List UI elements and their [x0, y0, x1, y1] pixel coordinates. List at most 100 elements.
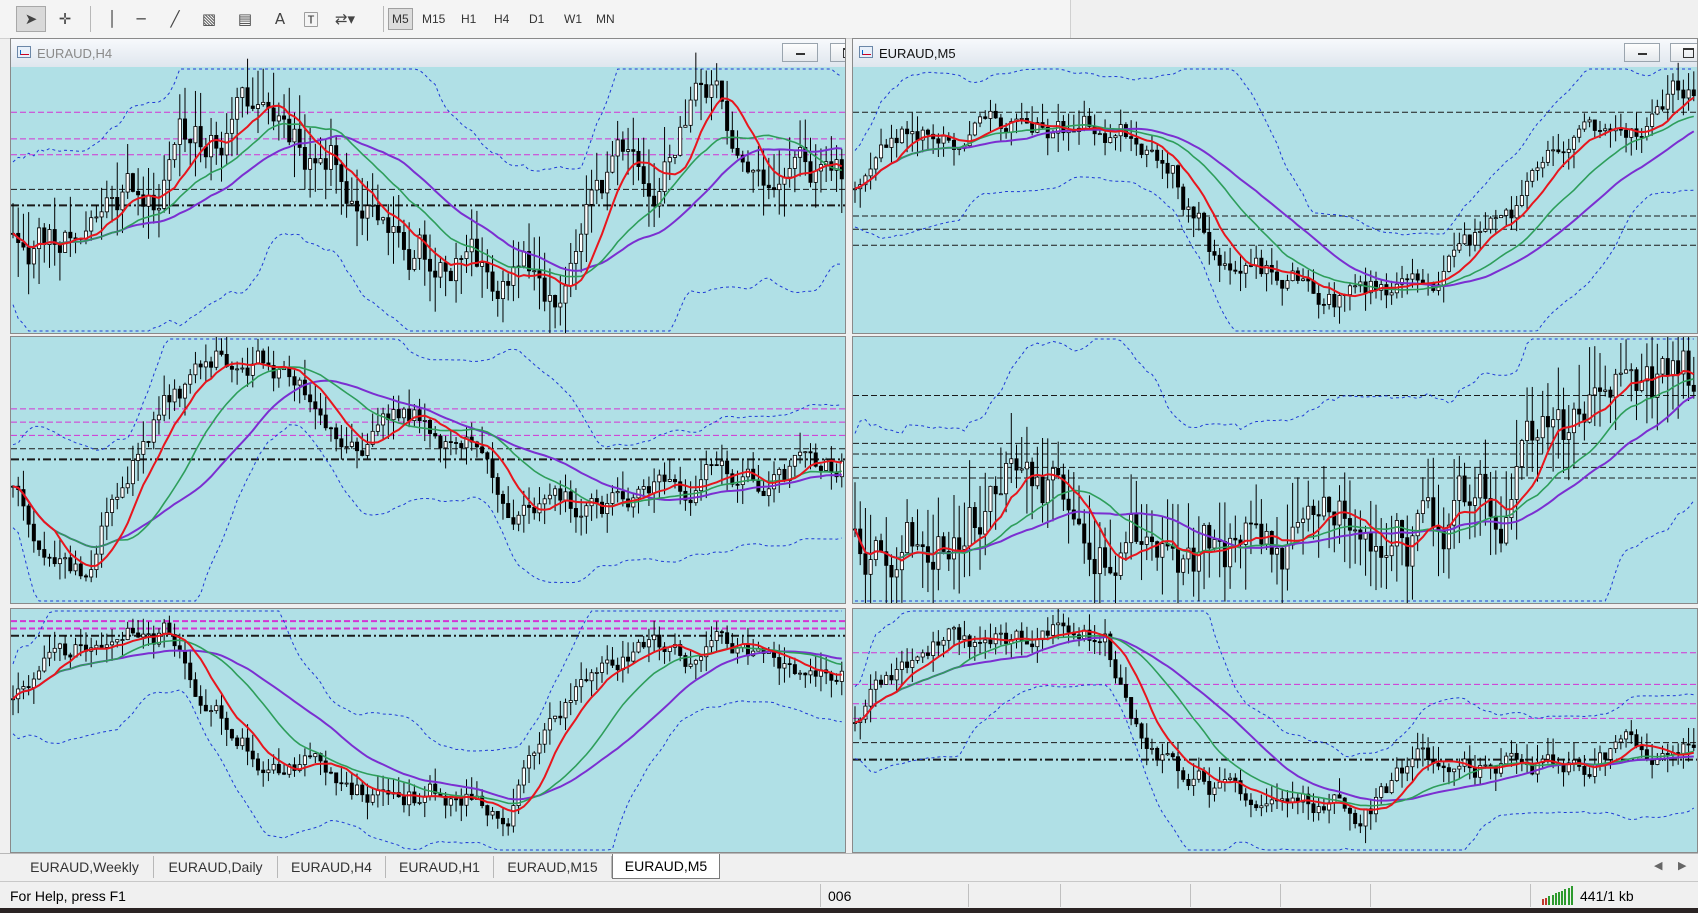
candle-body: [1514, 466, 1519, 500]
candle-body: [68, 654, 73, 658]
candle-body: [1691, 744, 1696, 748]
price-chart[interactable]: [853, 609, 1697, 852]
candle-body: [1217, 781, 1222, 789]
candle-body: [988, 110, 993, 119]
candle-body: [214, 705, 219, 712]
candle-body: [1467, 234, 1472, 246]
tab-euraud-m5[interactable]: EURAUD,M5: [612, 854, 720, 879]
text-icon[interactable]: A: [265, 6, 295, 32]
tab-scroll-right-icon[interactable]: ▶: [1678, 859, 1686, 872]
candle-body: [1077, 518, 1082, 525]
chart-window[interactable]: [852, 336, 1698, 604]
candle-body: [99, 525, 104, 555]
tab-euraud-weekly[interactable]: EURAUD,Weekly: [16, 856, 154, 878]
candle-body: [1311, 505, 1316, 516]
candle-body: [693, 659, 698, 665]
candle-body: [1264, 803, 1269, 807]
chart-window-eurauad-h4[interactable]: EURAUD,H4: [10, 38, 846, 334]
vertical-line-icon[interactable]: │: [97, 6, 127, 32]
tab-euraud-h4[interactable]: EURAUD,H4: [278, 856, 386, 878]
candle-body: [1488, 217, 1493, 230]
chart-window[interactable]: [10, 608, 846, 853]
candle-body: [68, 231, 73, 239]
price-chart[interactable]: [853, 39, 1697, 333]
candle-body: [99, 644, 104, 648]
candle-body: [78, 644, 83, 647]
candle-body: [1113, 572, 1118, 576]
candle-body: [276, 369, 281, 379]
candle-body: [605, 503, 610, 514]
candle-body: [1587, 119, 1592, 123]
candle-body: [915, 544, 920, 547]
candle-body: [355, 784, 360, 796]
candle-body: [1603, 128, 1608, 132]
candle-body: [219, 147, 224, 156]
timeframe-mn-button[interactable]: MN: [593, 8, 618, 30]
candle-body: [1035, 639, 1040, 648]
candle-body: [1280, 798, 1285, 801]
price-chart[interactable]: [11, 39, 845, 333]
candle-body: [261, 350, 266, 364]
timeframe-m15-button[interactable]: M15: [419, 8, 448, 30]
candle-body: [1030, 461, 1035, 487]
tab-euraud-h1[interactable]: EURAUD,H1: [386, 856, 494, 878]
crosshair-icon[interactable]: ✛: [50, 6, 80, 32]
candle-body: [1280, 548, 1285, 570]
candle-body: [1030, 643, 1035, 648]
candle-body: [782, 663, 787, 669]
fibonacci-icon[interactable]: ▤: [230, 6, 260, 32]
candle-body: [188, 374, 193, 385]
candle-body: [709, 640, 714, 648]
candle-body: [818, 465, 823, 471]
candle-body: [1571, 136, 1576, 150]
timeframe-d1-button[interactable]: D1: [526, 8, 547, 30]
candle-body: [714, 464, 719, 467]
timeframe-h4-button[interactable]: H4: [491, 8, 512, 30]
candle-body: [485, 805, 490, 816]
candle-body: [1483, 764, 1488, 767]
chart-window-eurauad-m5[interactable]: EURAUD,M5: [852, 38, 1698, 334]
candle-body: [873, 157, 878, 170]
horizontal-line-icon[interactable]: ─: [126, 6, 156, 32]
candle-body: [610, 659, 615, 666]
candle-body: [1108, 566, 1113, 574]
tab-scroll-left-icon[interactable]: ◀: [1654, 859, 1662, 872]
cursor-icon[interactable]: ➤: [16, 6, 46, 32]
candle-body: [714, 631, 719, 641]
candle-body: [1452, 768, 1457, 773]
candle-body: [427, 419, 432, 434]
text-label-icon[interactable]: 🅃: [296, 6, 326, 32]
candle-body: [547, 494, 552, 500]
candle-body: [469, 238, 474, 253]
chart-window[interactable]: [852, 608, 1698, 853]
candle-body: [1545, 149, 1550, 163]
tab-euraud-m15[interactable]: EURAUD,M15: [494, 856, 612, 878]
timeframe-m5-button[interactable]: M5: [388, 8, 413, 30]
chart-window[interactable]: [10, 336, 846, 604]
price-chart[interactable]: [853, 337, 1697, 603]
arrows-dropdown-icon[interactable]: ⇄▾: [330, 6, 360, 32]
candle-body: [1405, 278, 1410, 281]
trendline-icon[interactable]: ╱: [160, 6, 190, 32]
equidistant-channel-icon[interactable]: ▧: [194, 6, 224, 32]
price-chart[interactable]: [11, 609, 845, 852]
timeframe-h1-button[interactable]: H1: [458, 8, 479, 30]
tab-euraud-daily[interactable]: EURAUD,Daily: [154, 856, 278, 878]
price-chart[interactable]: [11, 337, 845, 603]
candle-body: [1321, 303, 1326, 306]
candle-body: [365, 444, 370, 456]
candle-body: [1535, 762, 1540, 775]
candle-body: [240, 737, 245, 747]
candle-body: [89, 217, 94, 232]
candle-body: [730, 130, 735, 149]
candle-body: [1097, 547, 1102, 575]
candle-body: [125, 483, 130, 489]
candle-body: [834, 679, 839, 682]
candle-body: [339, 782, 344, 785]
candle-body: [667, 479, 672, 482]
connection-status-icon[interactable]: [1542, 882, 1578, 909]
candle-body: [52, 557, 57, 565]
timeframe-w1-button[interactable]: W1: [561, 8, 585, 30]
candle-body: [1545, 754, 1550, 760]
candle-body: [868, 168, 873, 177]
